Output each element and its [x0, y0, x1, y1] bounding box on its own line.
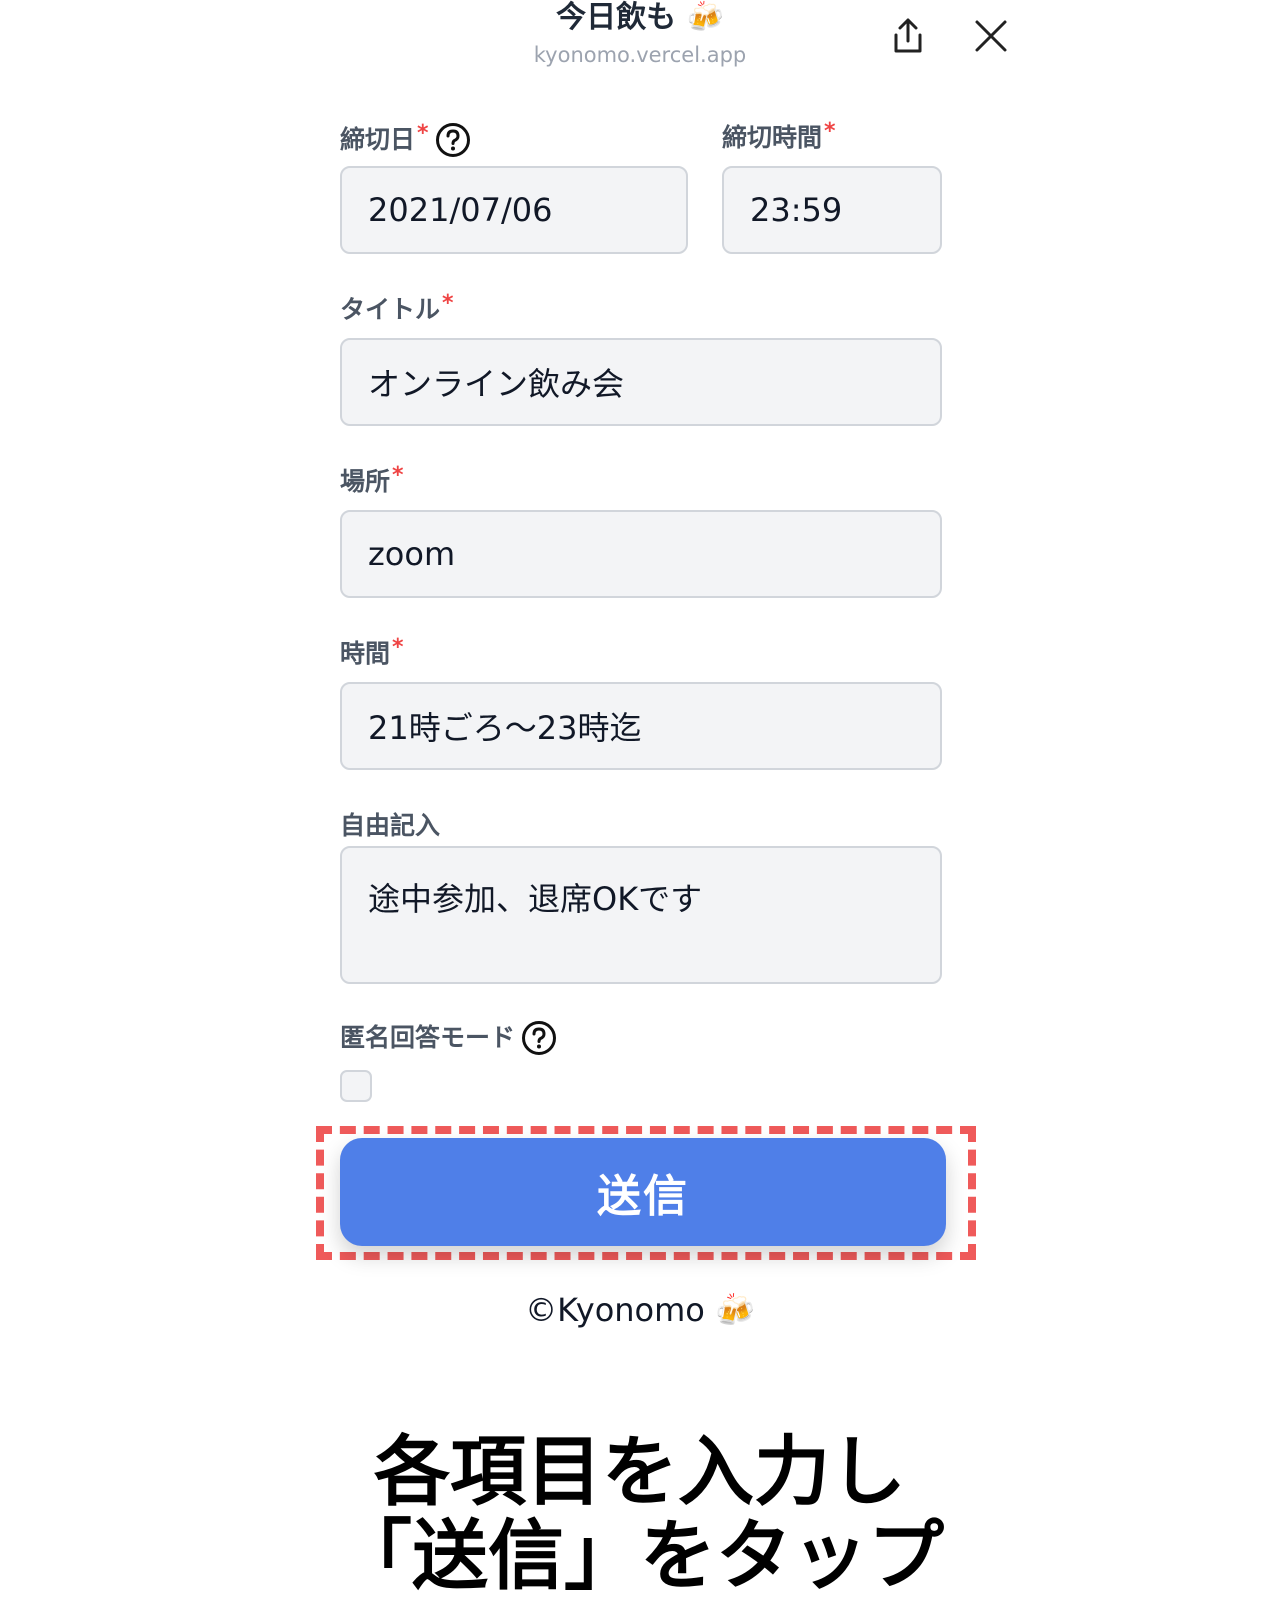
title-input[interactable]: オンライン飲み会 [340, 338, 942, 426]
place-input[interactable]: zoom [340, 510, 942, 598]
deadline-time-label: 締切時間 * [722, 119, 836, 154]
question-circle-icon[interactable] [435, 122, 471, 158]
deadline-date-label-text: 締切日 [340, 125, 416, 154]
free-text-label-text: 自由記入 [340, 811, 441, 840]
title-label: タイトル * [340, 291, 454, 326]
deadline-time-label-text: 締切時間 [722, 123, 823, 152]
anonymous-mode-label-text: 匿名回答モード [340, 1023, 516, 1052]
anonymous-mode-label: 匿名回答モード [340, 1020, 557, 1056]
place-label-text: 場所 [340, 467, 391, 496]
footer-copyright: ©Kyonomo 🍻 [525, 1291, 755, 1329]
caption-line-1: 各項目を入力し [374, 1427, 906, 1516]
page-title: 今日飲も 🍻 [556, 0, 724, 35]
anonymous-mode-checkbox[interactable] [340, 1070, 372, 1102]
close-button[interactable] [969, 14, 1013, 58]
time-label-text: 時間 [340, 639, 391, 668]
free-text-textarea[interactable]: 途中参加、退席OKです [340, 846, 942, 984]
share-icon [894, 18, 922, 53]
submit-button[interactable]: 送信 [340, 1138, 946, 1246]
deadline-time-input[interactable]: 23:59 [722, 166, 942, 254]
deadline-date-label: 締切日 * [340, 121, 471, 158]
required-mark: * [824, 119, 836, 144]
share-button[interactable] [886, 14, 930, 58]
required-mark: * [392, 463, 404, 488]
required-mark: * [392, 635, 404, 660]
caption-line-2: 「送信」をタップ [336, 1511, 944, 1600]
time-label: 時間 * [340, 635, 404, 670]
free-text-label: 自由記入 [340, 810, 440, 842]
required-mark: * [417, 121, 429, 146]
question-circle-icon[interactable] [521, 1020, 557, 1056]
page-url: kyonomo.vercel.app [533, 43, 747, 67]
required-mark: * [442, 291, 454, 316]
place-label: 場所 * [340, 463, 404, 498]
browser-header: 今日飲も 🍻 kyonomo.vercel.app [0, 0, 1280, 80]
instruction-caption: 各項目を入力し 「送信」をタップ [0, 1430, 1280, 1598]
time-input[interactable]: 21時ごろ〜23時迄 [340, 682, 942, 770]
deadline-date-input[interactable]: 2021/07/06 [340, 166, 688, 254]
title-label-text: タイトル [340, 295, 441, 324]
close-icon [975, 20, 1007, 52]
